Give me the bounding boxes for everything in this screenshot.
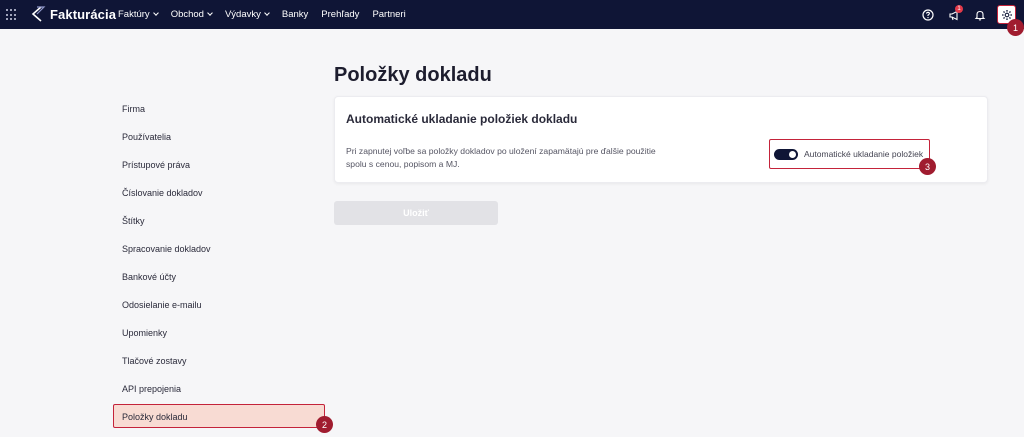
sidebar-item-pristupove-prava[interactable]: Prístupové práva <box>122 160 190 170</box>
nav-item-obchod[interactable]: Obchod <box>170 9 213 20</box>
step-marker-3: 3 <box>919 158 936 175</box>
sidebar-item-upomienky[interactable]: Upomienky <box>122 328 167 338</box>
apps-grid-icon[interactable] <box>6 9 18 21</box>
sidebar-item-bankove-ucty[interactable]: Bankové účty <box>122 272 176 282</box>
save-button[interactable]: Uložiť <box>334 201 498 225</box>
nav-label: Faktúry <box>118 9 150 20</box>
sidebar-item-cislovanie-dokladov[interactable]: Číslovanie dokladov <box>122 188 203 198</box>
nav-label: Prehľady <box>321 9 360 20</box>
main-nav: Faktúry Obchod Výdavky Banky Prehľady Pa… <box>118 0 419 29</box>
nav-item-vydavky[interactable]: Výdavky <box>224 9 270 20</box>
settings-card: Automatické ukladanie položiek dokladu P… <box>334 96 988 183</box>
sidebar-item-spracovanie-dokladov[interactable]: Spracovanie dokladov <box>122 244 211 254</box>
notification-badge: 1 <box>955 4 963 13</box>
nav-item-banky[interactable]: Banky <box>282 9 308 20</box>
toggle-label[interactable]: Automatické ukladanie položiek <box>804 149 923 159</box>
logo-text: Fakturácia <box>50 6 117 22</box>
logo-mark-icon <box>31 6 46 22</box>
bell-icon <box>974 10 986 20</box>
sidebar-item-odosielanie-emailu[interactable]: Odosielanie e-mailu <box>122 300 202 310</box>
chevron-down-icon <box>264 10 270 16</box>
top-navigation-bar: Fakturácia Faktúry Obchod Výdavky Banky … <box>0 0 1024 29</box>
nav-item-prehlady[interactable]: Prehľady <box>321 9 359 20</box>
help-button[interactable] <box>919 6 937 24</box>
notifications-button[interactable] <box>971 6 989 24</box>
card-description: Pri zapnutej voľbe sa položky dokladov p… <box>346 146 656 169</box>
nav-item-partneri[interactable]: Partneri <box>372 9 405 20</box>
auto-save-toggle-group: Automatické ukladanie položiek <box>769 139 930 169</box>
auto-save-toggle[interactable] <box>774 149 798 160</box>
sidebar-item-pouzivatelia[interactable]: Používatelia <box>122 132 171 142</box>
toggle-knob <box>789 151 796 158</box>
page-title: Položky dokladu <box>334 64 492 86</box>
chevron-down-icon <box>207 10 213 16</box>
sidebar-item-tlacove-zostavy[interactable]: Tlačové zostavy <box>122 356 187 366</box>
nav-item-faktury[interactable]: Faktúry <box>118 9 159 20</box>
nav-label: Výdavky <box>224 9 261 20</box>
card-title: Automatické ukladanie položiek dokladu <box>346 112 578 126</box>
app-logo[interactable]: Fakturácia <box>28 5 116 23</box>
topbar-actions: 1 <box>911 0 1016 29</box>
announcements-button[interactable]: 1 <box>945 4 963 24</box>
chevron-down-icon <box>152 10 159 16</box>
nav-label: Partneri <box>372 9 406 20</box>
nav-label: Banky <box>281 9 309 20</box>
sidebar-item-api-prepojenia[interactable]: API prepojenia <box>122 384 181 394</box>
help-icon <box>922 8 934 21</box>
nav-label: Obchod <box>170 9 204 20</box>
sidebar-item-firma[interactable]: Firma <box>122 104 145 114</box>
sidebar-item-polozky-dokladu[interactable]: Položky dokladu <box>122 412 188 422</box>
step-marker-1: 1 <box>1007 19 1024 36</box>
gear-icon <box>1001 9 1012 20</box>
step-marker-2: 2 <box>316 416 333 433</box>
sidebar-item-stitky[interactable]: Štítky <box>122 216 145 226</box>
